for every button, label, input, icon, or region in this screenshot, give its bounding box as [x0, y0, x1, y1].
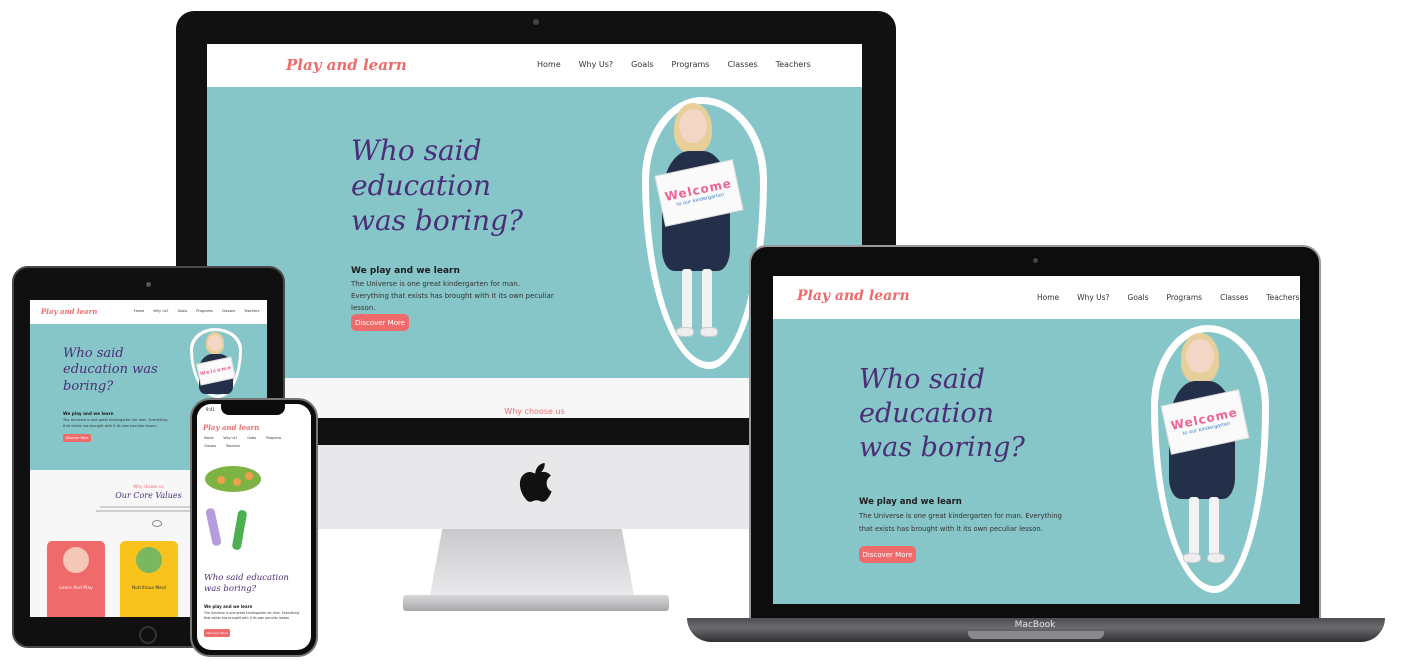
card-title: Nutritious Meal: [131, 586, 167, 591]
nav-link-classes[interactable]: Classes: [1220, 293, 1248, 302]
hero-headline: Who said education was boring?: [63, 346, 158, 394]
apple-logo-icon: [518, 462, 552, 502]
nav-menu: Home Why Us? Goals Programs Classes Teac…: [204, 436, 308, 448]
hero-subheading: We play and we learn: [859, 497, 962, 507]
kid-figure-right: [231, 509, 248, 551]
hero-girl-image: Welcome to our kindergarten: [1151, 325, 1269, 593]
nav-link-home[interactable]: Home: [204, 436, 213, 440]
nav-link-classes[interactable]: Classes: [204, 444, 216, 448]
decorative-swirl-icon: [152, 520, 162, 527]
nav-link-classes[interactable]: Classes: [222, 309, 235, 313]
camera-icon: [533, 19, 539, 25]
core-values-text-line: [100, 506, 196, 508]
nav-link-teachers[interactable]: Teachers: [244, 309, 259, 313]
imac-stand-neck: [430, 529, 634, 595]
nav-link-programs[interactable]: Programs: [1167, 293, 1203, 302]
hero-headline: Who said education was boring?: [859, 364, 1025, 463]
site-navbar: Play and learn Home Why Us? Goals Progra…: [197, 414, 311, 456]
imac-stand-foot: [403, 595, 669, 611]
hero-paragraph: The Universe is one great kindergarten f…: [351, 280, 554, 312]
kids-tree-illustration: [205, 464, 265, 564]
site-logo[interactable]: Play and learn: [203, 423, 259, 432]
girl-face: [1186, 339, 1214, 373]
nav-link-classes[interactable]: Classes: [727, 60, 757, 69]
nav-link-home[interactable]: Home: [134, 309, 144, 313]
nav-link-programs[interactable]: Programs: [266, 436, 281, 440]
device-mockup-stage: Play and learn Home Why Us? Goals Progra…: [0, 0, 1402, 666]
macbook-label: MacBook: [1014, 620, 1056, 630]
nav-link-why-us[interactable]: Why Us?: [579, 60, 614, 69]
nav-menu: Home Why Us? Goals Programs Classes Teac…: [537, 60, 811, 69]
girl-face: [679, 109, 707, 143]
macbook-screen: Play and learn Home Why Us? Goals Progra…: [773, 276, 1300, 604]
iphone-screen: 9:41 Play and learn Home Why Us? Goals P…: [197, 404, 311, 650]
hero-subheading: We play and we learn: [351, 266, 460, 276]
site-logo[interactable]: Play and learn: [797, 288, 910, 304]
hero-headline: Who said education was boring?: [204, 573, 289, 595]
site-navbar: Play and learn Home Why Us? Goals Progra…: [773, 276, 1300, 319]
hero-headline: Who said education was boring?: [351, 134, 524, 237]
nav-link-goals[interactable]: Goals: [631, 60, 653, 69]
card-photo: [136, 547, 162, 573]
nav-link-programs[interactable]: Programs: [672, 60, 710, 69]
girl-shoe-left: [1183, 553, 1201, 563]
nav-link-home[interactable]: Home: [1037, 293, 1059, 302]
site-navbar: Play and learn Home Why Us? Goals Progra…: [207, 44, 862, 87]
nav-link-teachers[interactable]: Teachers: [1266, 293, 1299, 302]
discover-more-button[interactable]: Discover More: [63, 434, 91, 442]
nav-link-why-us[interactable]: Why Us?: [153, 309, 168, 313]
nav-link-programs[interactable]: Programs: [196, 309, 213, 313]
site-navbar: Play and learn Home Why Us? Goals Progra…: [30, 300, 267, 324]
nav-link-teachers[interactable]: Teachers: [226, 444, 240, 448]
discover-more-button[interactable]: Discover More: [351, 314, 409, 331]
fruit: [233, 478, 241, 486]
discover-more-button[interactable]: Discover More: [204, 629, 230, 637]
hero-girl-image: Welcome: [190, 328, 242, 398]
status-bar-time: 9:41: [206, 407, 215, 412]
nav-link-home[interactable]: Home: [537, 60, 561, 69]
value-card-learn-and-play[interactable]: Learn And Play: [47, 541, 105, 617]
girl-leg-left: [1189, 497, 1199, 555]
girl-shoe-right: [1207, 553, 1225, 563]
home-button-icon: [139, 626, 157, 644]
discover-more-button[interactable]: Discover More: [859, 546, 916, 563]
kid-figure-left: [205, 507, 222, 547]
card-title: Learn And Play: [59, 586, 93, 591]
girl-leg-right: [702, 269, 712, 329]
site-logo[interactable]: Play and learn: [286, 56, 407, 74]
camera-icon: [146, 282, 151, 287]
iphone-notch: [221, 404, 285, 415]
fruit: [245, 472, 253, 480]
camera-icon: [1033, 258, 1038, 263]
hero-section: Who said education was boring? We play a…: [773, 319, 1300, 604]
nav-link-goals[interactable]: Goals: [1128, 293, 1149, 302]
nav-menu: Home Why Us? Goals Programs Classes Teac…: [1037, 293, 1299, 302]
sign-title: Welcome: [199, 364, 233, 378]
nav-link-teachers[interactable]: Teachers: [776, 60, 811, 69]
girl-leg-right: [1209, 497, 1219, 555]
fruit: [217, 476, 225, 484]
hero-paragraph: The Universe is one great kindergarten f…: [204, 611, 300, 621]
macbook-trackpad-notch: [968, 631, 1104, 639]
value-card-nutritious-meal[interactable]: Nutritious Meal: [120, 541, 178, 617]
card-photo: [63, 547, 89, 573]
girl-shoe-right: [700, 327, 718, 337]
nav-link-why-us[interactable]: Why Us?: [223, 436, 237, 440]
nav-menu: Home Why Us? Goals Programs Classes Teac…: [134, 309, 259, 313]
girl-leg-left: [682, 269, 692, 329]
hero-paragraph: The Universe is one great kindergarten f…: [859, 512, 1062, 533]
site-logo[interactable]: Play and learn: [41, 307, 97, 316]
nav-link-why-us[interactable]: Why Us?: [1077, 293, 1109, 302]
hero-paragraph: The Universe is one great kindergarten f…: [63, 418, 168, 428]
hero-subheading: We play and we learn: [204, 604, 253, 609]
nav-link-goals[interactable]: Goals: [177, 309, 187, 313]
hero-subheading: We play and we learn: [63, 411, 114, 416]
nav-link-goals[interactable]: Goals: [247, 436, 256, 440]
girl-face: [208, 335, 222, 351]
core-values-text-line: [96, 510, 200, 512]
girl-shoe-left: [676, 327, 694, 337]
